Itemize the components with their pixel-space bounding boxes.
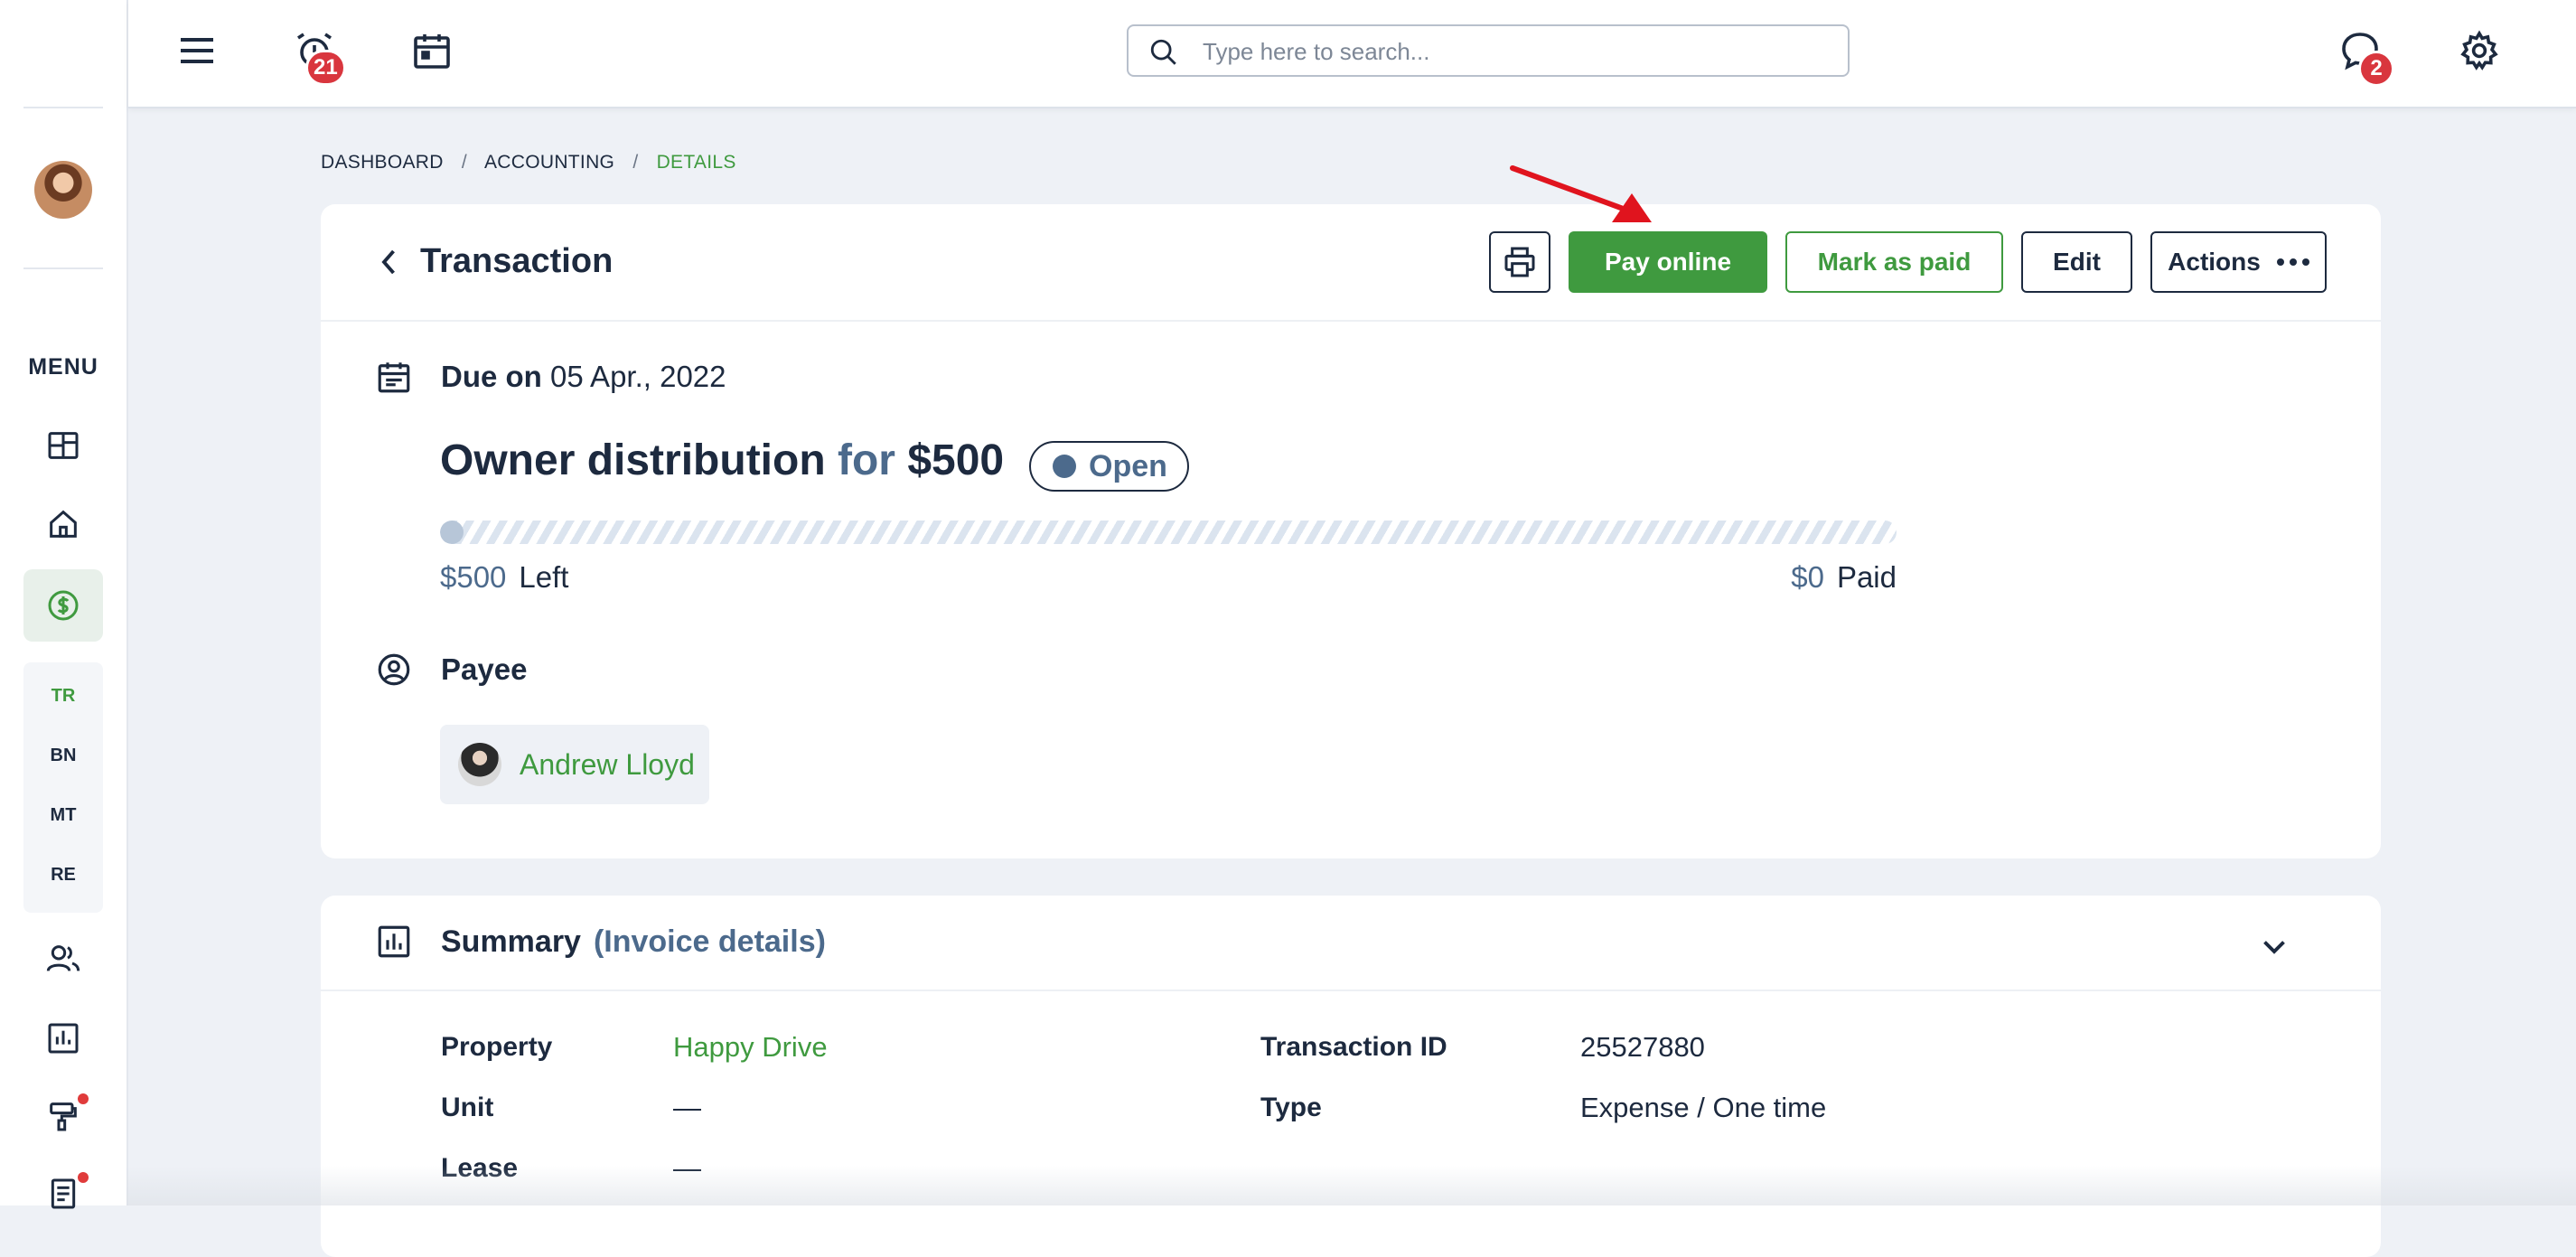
due-label: Due on <box>441 360 542 393</box>
calendar-icon[interactable] <box>407 25 457 76</box>
amount-left-label: Left <box>519 560 569 594</box>
payee-chip[interactable]: Andrew Lloyd <box>440 725 709 804</box>
breadcrumb: DASHBOARD / ACCOUNTING / DETAILS <box>321 152 749 174</box>
accounting-sub-nav: TR BN MT RE <box>23 662 103 913</box>
summary-chart-icon <box>378 925 410 958</box>
transaction-headline: Owner distribution for $500 <box>440 436 1004 485</box>
more-dots-icon <box>2276 258 2309 266</box>
summary-subtitle: (Invoice details) <box>593 924 826 959</box>
pay-online-button[interactable]: Pay online <box>1569 231 1767 293</box>
chevron-down-icon[interactable] <box>2258 930 2290 962</box>
transaction-card: Transaction Pay online Mark as paid Edit… <box>321 204 2381 858</box>
type-value: Expense / One time <box>1580 1092 1827 1123</box>
breadcrumb-separator: / <box>461 152 468 173</box>
user-avatar[interactable] <box>34 161 92 219</box>
reports-icon[interactable] <box>41 1016 86 1061</box>
breadcrumb-dashboard[interactable]: DASHBOARD <box>321 152 444 173</box>
payee-label: Payee <box>441 652 528 686</box>
amount-paid: $0 Paid <box>1791 560 1897 595</box>
amount-left: $500 Left <box>440 560 568 595</box>
maintenance-alert-dot <box>78 1093 89 1104</box>
payment-progress-fill <box>440 521 464 544</box>
annotation-arrow-icon <box>1510 165 1652 222</box>
payee-avatar <box>458 743 501 786</box>
breadcrumb-accounting[interactable]: ACCOUNTING <box>484 152 614 173</box>
lease-label: Lease <box>441 1153 519 1183</box>
sub-nav-bn[interactable]: BN <box>23 746 103 766</box>
calendar-due-icon <box>378 362 410 393</box>
lease-value: — <box>673 1152 701 1184</box>
type-label: Type <box>1260 1093 1322 1122</box>
unit-label: Unit <box>441 1093 494 1122</box>
status-label: Open <box>1089 448 1167 483</box>
actions-label: Actions <box>2168 248 2261 276</box>
breadcrumb-details: DETAILS <box>656 152 736 173</box>
headline-for: for <box>838 436 895 484</box>
back-chevron-icon[interactable] <box>373 246 406 278</box>
payment-progress-bar <box>440 521 1897 544</box>
actions-button[interactable]: Actions <box>2150 231 2327 293</box>
mark-as-paid-button[interactable]: Mark as paid <box>1785 231 2003 293</box>
property-value[interactable]: Happy Drive <box>673 1031 828 1064</box>
sub-nav-mt[interactable]: MT <box>23 805 103 826</box>
transaction-name: Owner distribution <box>440 436 826 484</box>
amount-left-value: $500 <box>440 560 507 594</box>
top-bar: 21 2 <box>128 0 2576 108</box>
printer-icon <box>1504 247 1535 277</box>
sub-nav-tr[interactable]: TR <box>23 686 103 707</box>
unit-value: — <box>673 1092 701 1123</box>
search-box[interactable] <box>1127 24 1850 77</box>
messages-badge: 2 <box>2358 51 2394 87</box>
search-input[interactable] <box>1201 33 1837 70</box>
summary-card: Summary (Invoice details) Property Happy … <box>321 896 2381 1257</box>
transaction-header: Transaction Pay online Mark as paid Edit… <box>321 204 2381 322</box>
people-icon[interactable] <box>41 936 86 981</box>
gear-icon[interactable] <box>2454 25 2505 76</box>
edit-button[interactable]: Edit <box>2021 231 2132 293</box>
sidebar-divider <box>23 107 103 108</box>
amount-paid-label: Paid <box>1836 560 1897 594</box>
payee-name[interactable]: Andrew Lloyd <box>520 748 695 782</box>
dashboard-icon[interactable] <box>41 423 86 468</box>
home-icon[interactable] <box>41 502 86 547</box>
due-date-value: 05 Apr., 2022 <box>550 360 726 393</box>
status-dot-icon <box>1053 455 1076 478</box>
dollar-icon[interactable] <box>41 583 86 628</box>
transaction-id-value: 25527880 <box>1580 1031 1705 1063</box>
summary-header[interactable]: Summary (Invoice details) <box>321 896 2381 991</box>
transaction-id-label: Transaction ID <box>1260 1032 1447 1062</box>
status-badge: Open <box>1029 441 1189 492</box>
transaction-amount: $500 <box>907 436 1005 484</box>
sidebar: MENU TR BN MT RE <box>0 0 128 1209</box>
user-circle-icon <box>378 653 410 686</box>
notifications-badge: 21 <box>305 50 346 86</box>
document-alert-dot <box>78 1172 89 1183</box>
due-date: Due on 05 Apr., 2022 <box>441 360 726 394</box>
summary-title-text: Summary <box>441 924 581 959</box>
summary-title: Summary (Invoice details) <box>441 924 826 960</box>
breadcrumb-separator: / <box>632 152 639 173</box>
menu-label: MENU <box>28 354 98 380</box>
sub-nav-re[interactable]: RE <box>23 865 103 886</box>
search-icon <box>1150 39 1176 65</box>
amount-paid-value: $0 <box>1791 560 1824 594</box>
sidebar-divider <box>23 267 103 269</box>
page-title: Transaction <box>420 242 614 280</box>
property-label: Property <box>441 1032 553 1062</box>
print-button[interactable] <box>1489 231 1550 293</box>
hamburger-menu-icon[interactable] <box>172 25 222 76</box>
